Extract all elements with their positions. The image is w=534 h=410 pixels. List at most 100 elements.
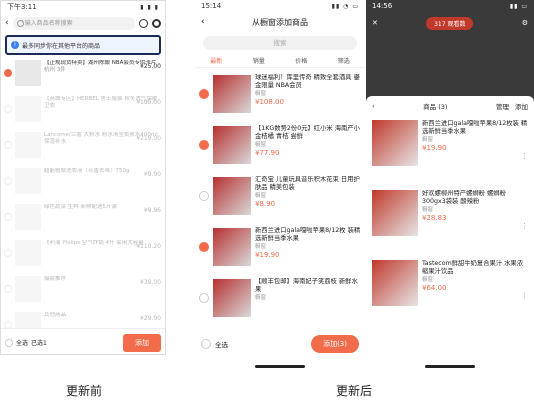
item-price: ¥19.90 <box>255 250 280 259</box>
select-all-checkbox[interactable] <box>5 338 13 347</box>
list-item[interactable]: 爆款推荐 ¥39.00 <box>1 271 165 307</box>
product-thumbnail <box>372 120 418 166</box>
more-icon[interactable]: ⋮ <box>521 292 528 300</box>
product-list: 球迷福利！库里传奇 精致全套酒具 鎏金限量 NBA会员 橱窗 ¥108.00 【1KG… <box>195 68 365 323</box>
list-item[interactable]: 新西兰进口gala嘎啦苹果8/12枚 装精选新鲜当季水果 橱窗 ¥19.90 <box>195 221 365 272</box>
back-icon[interactable]: ‹ <box>372 102 375 110</box>
add-button[interactable]: 添加 <box>515 101 528 111</box>
status-time: 下午3:11 <box>7 3 37 11</box>
close-icon[interactable]: ✕ <box>372 19 378 27</box>
item-checkbox[interactable] <box>4 249 12 257</box>
close-icon[interactable] <box>139 18 148 28</box>
list-item[interactable]: 【顺丰包邮】海南妃子笑荔枝 新鲜水果 橱窗 <box>195 272 365 323</box>
home-indicator <box>425 365 475 368</box>
item-title: 新西兰进口gala嘎啦苹果8/12枚装 精选新鲜当季水果 <box>422 120 528 135</box>
more-icon[interactable]: ⋮ <box>521 152 528 160</box>
item-price: ¥110.20 <box>136 243 161 250</box>
item-checkbox[interactable] <box>4 141 12 149</box>
search-input[interactable]: 输入商品名称搜索 <box>12 16 135 30</box>
item-shop: 橱窗 <box>255 243 267 250</box>
add-button[interactable]: 添加 <box>123 333 161 352</box>
list-item[interactable]: 新西兰进口gala嘎啦苹果8/12枚装 精选新鲜当季水果 橱窗 ¥19.90 ⋮ <box>366 116 534 186</box>
list-item[interactable]: Lancome/兰蔻 大粉水 粉水清莹柔肤水400ml 保湿补水 ¥219.00 <box>1 127 165 163</box>
list-item[interactable]: 汇奇宝 儿童玩具音乐积木花束 日用护肤品 精美包装 橱窗 ¥8.90 <box>195 170 365 221</box>
sync-tip: i 最多同步你在其他平台的商品 <box>5 35 161 55</box>
list-item[interactable]: 【正规现货特卖】湖州陈酿 NBA会员专供卡片 杭州 3件 ¥25.00 <box>1 55 165 91</box>
back-icon[interactable]: ‹ <box>5 18 9 28</box>
tab-price[interactable]: 价格 <box>295 56 307 65</box>
item-checkbox[interactable] <box>4 213 12 221</box>
product-thumbnail <box>213 176 251 215</box>
sheet-title: 商品 (3) <box>423 103 448 111</box>
product-thumbnail <box>15 60 41 86</box>
item-text: 球迷福利！库里传奇 精致全套酒具 鎏金限量 NBA会员 橱窗 ¥108.00 <box>255 74 361 114</box>
list-item[interactable]: 【1KG数势2份0元】红小米 海南产小金桔橘 青桔 尝鲜 橱窗 ¥77.90 <box>195 119 365 170</box>
select-all-label: 全选 <box>16 340 29 347</box>
list-item[interactable]: 【商城专区】HERBEL 男士服装 秋冬透气保暖卫衣 ¥199.00 <box>1 91 165 127</box>
status-time: 15:14 <box>201 2 222 10</box>
product-thumbnail <box>372 260 418 306</box>
list-item[interactable]: Tastecom鲜甜牛奶复合果汁 水果浓缩果汁饮品 橱窗 ¥64.00 ⋮ <box>366 256 534 326</box>
tab-filter[interactable]: 筛选 <box>338 56 350 65</box>
tab-sales[interactable]: 销量 <box>253 56 265 65</box>
header: ‹ 从橱窗添加商品 <box>195 12 365 32</box>
tab-latest[interactable]: 最新 <box>210 56 222 65</box>
item-price: ¥219.00 <box>136 135 161 142</box>
list-item[interactable]: 球迷福利！库里传奇 精致全套酒具 鎏金限量 NBA会员 橱窗 ¥108.00 <box>195 68 365 119</box>
item-title: Tastecom鲜甜牛奶复合果汁 水果浓缩果汁饮品 <box>422 260 524 275</box>
list-item[interactable]: 飞利浦 Philips 空气炸锅 4升 家用大容量 ¥110.20 <box>1 235 165 271</box>
item-checkbox[interactable] <box>4 105 12 113</box>
list-item[interactable]: 绿色蔬菜 生鲜 新鲜配送5斤装 ¥9.96 <box>1 199 165 235</box>
product-thumbnail <box>15 96 41 122</box>
search-input[interactable]: 搜索 <box>203 36 357 50</box>
product-thumbnail <box>15 204 41 230</box>
item-checkbox[interactable] <box>199 88 209 99</box>
item-checkbox[interactable] <box>199 292 209 303</box>
item-checkbox[interactable] <box>4 285 12 293</box>
info-icon: i <box>11 41 19 49</box>
item-shop: 橱窗 <box>422 207 434 213</box>
item-title: 新西兰进口gala嘎啦苹果8/12枚 装精选新鲜当季水果 <box>255 226 361 242</box>
list-item[interactable]: 超能植翠洗衣液（花香去味）750g ¥9.90 <box>1 163 165 199</box>
item-checkbox[interactable] <box>199 139 209 150</box>
product-thumbnail <box>213 125 251 164</box>
item-checkbox[interactable] <box>199 241 209 252</box>
status-bar: 下午3:11 ▮ ▮ ▮ <box>1 1 165 13</box>
product-thumbnail <box>15 276 41 302</box>
bottom-bar: 全选 添加(3) <box>195 332 365 356</box>
product-thumbnail <box>213 278 251 317</box>
product-sheet: ‹ 商品 (3) 管理 添加 新西兰进口gala嘎啦苹果8/12枚装 精选新鲜当… <box>366 96 534 372</box>
item-price: ¥9.96 <box>143 207 161 214</box>
product-thumbnail <box>372 190 418 236</box>
target-icon[interactable] <box>152 18 161 28</box>
product-thumbnail <box>213 227 251 266</box>
item-price: ¥19.90 <box>422 144 447 152</box>
before-screen: 下午3:11 ▮ ▮ ▮ ‹ 输入商品名称搜索 i 最多同步你在其他平台的商品 … <box>0 0 166 355</box>
gamepad-icon[interactable]: ⚙ <box>522 19 528 27</box>
status-icons: ▮ ▮ ▮ <box>140 3 159 11</box>
item-price: ¥9.90 <box>143 171 161 178</box>
more-icon[interactable]: ⋮ <box>521 222 528 230</box>
tip-text: 最多同步你在其他平台的商品 <box>22 42 101 50</box>
add-button[interactable]: 添加(3) <box>311 335 359 353</box>
product-thumbnail <box>15 132 41 158</box>
item-checkbox[interactable] <box>4 69 12 77</box>
back-icon[interactable]: ‹ <box>201 17 205 27</box>
selected-count: 已选1 <box>31 340 47 347</box>
item-checkbox[interactable] <box>199 190 209 201</box>
item-shop: 橱窗 <box>255 90 267 97</box>
item-price: ¥25.00 <box>140 63 161 70</box>
item-text: 新西兰进口gala嘎啦苹果8/12枚装 精选新鲜当季水果橱窗 ¥19.90 <box>422 120 528 168</box>
select-all-checkbox[interactable] <box>201 339 211 349</box>
live-top-bar: ✕ 317 观看数 ⚙ <box>366 12 534 34</box>
status-bar: 15:14 ▮▮ ◔ ▭ <box>195 0 365 12</box>
item-checkbox[interactable] <box>4 177 12 185</box>
manage-button[interactable]: 管理 <box>496 101 509 111</box>
item-shop: 橱窗 <box>422 137 434 143</box>
product-thumbnail <box>213 74 251 113</box>
list-item[interactable]: 好欢螺柳州特产螺蛳粉 螺蛳粉 300gx3袋装 酸辣粉 橱窗 ¥28.83 ⋮ <box>366 186 534 256</box>
item-price: ¥39.00 <box>140 279 161 286</box>
item-shop: 橱窗 <box>255 294 267 301</box>
product-list: 【正规现货特卖】湖州陈酿 NBA会员专供卡片 杭州 3件 ¥25.00 【商城专区】H… <box>1 55 165 343</box>
item-text: 【1KG数势2份0元】红小米 海南产小金桔橘 青桔 尝鲜 橱窗 ¥77.90 <box>255 125 361 165</box>
